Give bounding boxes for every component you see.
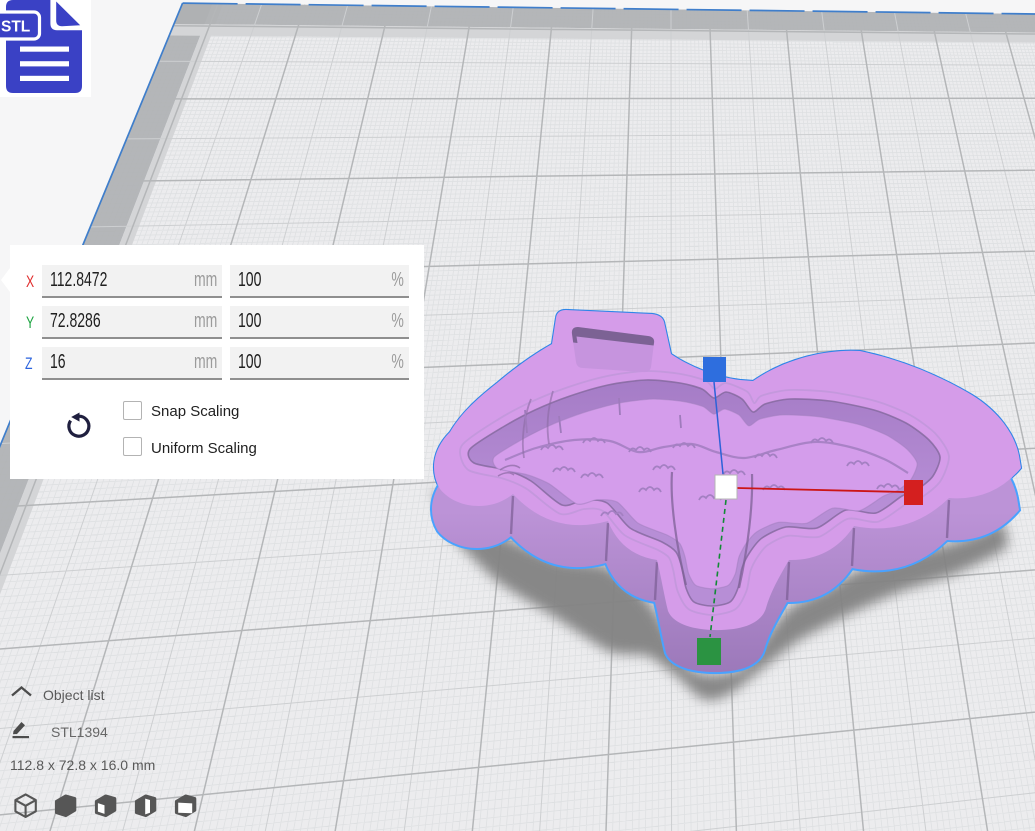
- svg-text:STL: STL: [1, 19, 30, 36]
